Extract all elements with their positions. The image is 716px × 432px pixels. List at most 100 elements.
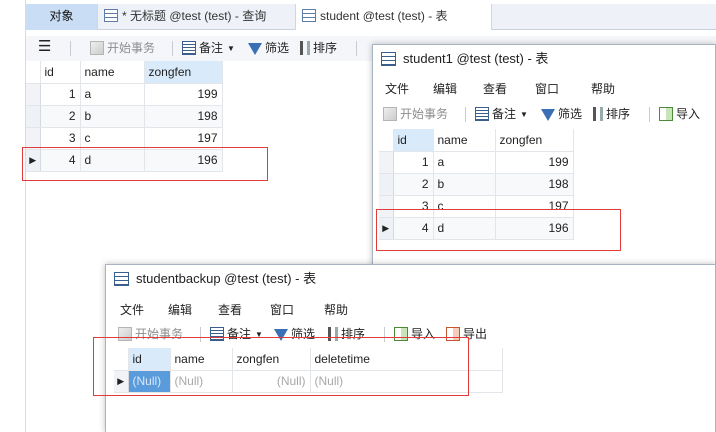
toolbar-separator xyxy=(465,107,466,122)
toolbar-separator xyxy=(172,41,173,56)
cell-name[interactable]: a xyxy=(80,83,145,106)
row-header-corner xyxy=(379,129,394,152)
menu-help[interactable]: 帮助 xyxy=(591,80,615,97)
transaction-icon xyxy=(90,41,104,55)
begin-transaction-label: 开始事务 xyxy=(107,41,156,55)
row-header[interactable] xyxy=(26,83,41,106)
begin-transaction-button[interactable]: 开始事务 xyxy=(383,106,448,123)
table-row[interactable]: 2 b 198 xyxy=(26,105,223,128)
table-icon xyxy=(302,9,316,22)
cell-zongfen[interactable]: 198 xyxy=(144,105,223,128)
import-label: 导入 xyxy=(676,107,701,121)
column-header-zongfen[interactable]: zongfen xyxy=(144,61,223,84)
query-icon xyxy=(104,9,118,22)
sort-button[interactable]: 排序 xyxy=(300,40,337,57)
tab-query[interactable]: * 无标题 @test (test) - 查询 xyxy=(98,4,296,30)
studentbackup-titlebar[interactable]: studentbackup @test (test) - 表 xyxy=(106,265,715,293)
cell-name[interactable]: c xyxy=(80,127,145,150)
menu-view[interactable]: 查看 xyxy=(218,301,242,318)
column-header-name[interactable]: name xyxy=(80,61,145,84)
tab-student-label: student @test (test) - 表 xyxy=(320,9,448,23)
cell-zongfen[interactable]: 198 xyxy=(495,173,574,196)
filter-icon xyxy=(541,109,555,121)
row-header[interactable] xyxy=(26,127,41,150)
studentbackup-window: studentbackup @test (test) - 表 文件 编辑 查看 … xyxy=(93,264,716,432)
sort-label: 排序 xyxy=(313,41,338,55)
menu-window[interactable]: 窗口 xyxy=(270,301,294,318)
menu-file[interactable]: 文件 xyxy=(385,80,409,97)
hamburger-icon[interactable]: ☰ xyxy=(38,38,51,55)
filter-button[interactable]: 筛选 xyxy=(248,40,289,57)
tab-student[interactable]: student @test (test) - 表 xyxy=(296,4,492,30)
memo-label: 备注 xyxy=(199,41,224,55)
toolbar-separator xyxy=(649,107,650,122)
transaction-icon xyxy=(383,107,397,121)
cell-id[interactable]: 2 xyxy=(393,173,434,196)
toolbar-separator xyxy=(70,41,71,56)
row-header[interactable] xyxy=(379,173,394,196)
student1-toolbar: 开始事务 备注 ▼ 筛选 排序 导入 xyxy=(373,102,715,128)
filter-button[interactable]: 筛选 xyxy=(541,106,582,123)
highlight-box xyxy=(22,147,268,181)
column-header-id[interactable]: id xyxy=(393,129,434,152)
table-row[interactable]: 3 c 197 xyxy=(26,127,223,150)
table-row[interactable]: 1 a 199 xyxy=(26,83,223,106)
cell-id[interactable]: 1 xyxy=(393,151,434,174)
begin-transaction-label: 开始事务 xyxy=(400,107,449,121)
table-icon xyxy=(381,52,396,66)
tab-query-label: * 无标题 @test (test) - 查询 xyxy=(122,9,267,23)
filter-label: 筛选 xyxy=(558,107,583,121)
toolbar-separator xyxy=(356,41,357,56)
cell-zongfen[interactable]: 199 xyxy=(495,151,574,174)
chevron-down-icon: ▼ xyxy=(227,44,235,53)
cell-id[interactable]: 3 xyxy=(40,127,81,150)
import-button[interactable]: 导入 xyxy=(659,106,700,123)
row-header[interactable] xyxy=(26,105,41,128)
row-header-corner xyxy=(26,61,41,84)
window-title: student1 @test (test) - 表 xyxy=(403,51,549,66)
memo-label: 备注 xyxy=(492,107,517,121)
memo-button[interactable]: 备注 ▼ xyxy=(475,106,528,123)
chevron-down-icon: ▼ xyxy=(520,110,528,119)
memo-button[interactable]: 备注 ▼ xyxy=(182,40,235,57)
table-row[interactable]: 1 a 199 xyxy=(379,151,574,174)
tab-bar: 对象 * 无标题 @test (test) - 查询 student @test… xyxy=(26,4,716,30)
menu-edit[interactable]: 编辑 xyxy=(433,80,457,97)
cell-name[interactable]: b xyxy=(433,173,496,196)
menu-file[interactable]: 文件 xyxy=(120,301,144,318)
import-icon xyxy=(659,107,673,121)
column-header-name[interactable]: name xyxy=(433,129,496,152)
menu-edit[interactable]: 编辑 xyxy=(168,301,192,318)
cell-name[interactable]: b xyxy=(80,105,145,128)
grid-header-row: id name zongfen xyxy=(379,129,574,152)
grid-header-row: id name zongfen xyxy=(26,61,223,84)
student1-window: student1 @test (test) - 表 文件 编辑 查看 窗口 帮助… xyxy=(372,44,716,274)
sort-button[interactable]: 排序 xyxy=(593,106,630,123)
menu-help[interactable]: 帮助 xyxy=(324,301,348,318)
sort-icon xyxy=(593,107,603,121)
cell-id[interactable]: 1 xyxy=(40,83,81,106)
navigator-pane xyxy=(0,0,26,432)
row-header[interactable] xyxy=(379,151,394,174)
tab-objects[interactable]: 对象 xyxy=(26,4,98,30)
table-icon xyxy=(114,272,129,286)
student1-titlebar[interactable]: student1 @test (test) - 表 xyxy=(373,45,715,73)
column-header-id[interactable]: id xyxy=(40,61,81,84)
highlight-box xyxy=(376,209,621,251)
cell-zongfen[interactable]: 197 xyxy=(144,127,223,150)
menu-window[interactable]: 窗口 xyxy=(535,80,559,97)
filter-icon xyxy=(248,43,262,55)
sort-icon xyxy=(300,41,310,55)
sort-label: 排序 xyxy=(606,107,631,121)
column-header-zongfen[interactable]: zongfen xyxy=(495,129,574,152)
cell-name[interactable]: a xyxy=(433,151,496,174)
cell-id[interactable]: 2 xyxy=(40,105,81,128)
table-row[interactable]: 2 b 198 xyxy=(379,173,574,196)
student1-menubar: 文件 编辑 查看 窗口 帮助 xyxy=(373,77,715,99)
window-title: studentbackup @test (test) - 表 xyxy=(136,271,317,286)
menu-view[interactable]: 查看 xyxy=(483,80,507,97)
studentbackup-menubar: 文件 编辑 查看 窗口 帮助 xyxy=(106,298,715,320)
begin-transaction-button[interactable]: 开始事务 xyxy=(90,40,155,57)
memo-icon xyxy=(475,107,489,121)
cell-zongfen[interactable]: 199 xyxy=(144,83,223,106)
